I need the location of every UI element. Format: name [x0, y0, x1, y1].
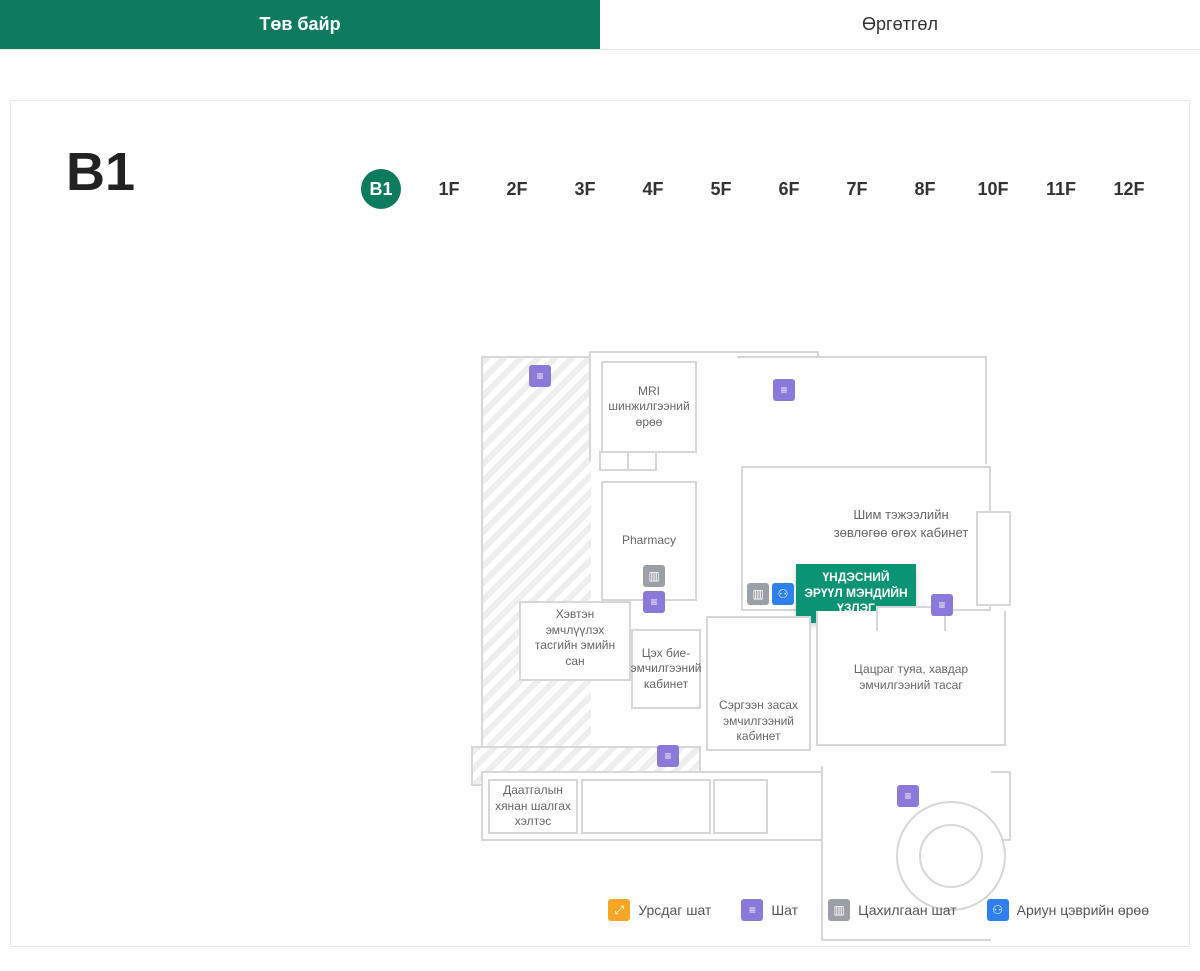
floor-btn-11F[interactable]: 11F — [1041, 169, 1081, 209]
stairs-icon: ≡ — [643, 591, 665, 613]
room-mri[interactable]: MRI шинжилгээний өрөө — [601, 361, 697, 453]
legend-stairs: ≡ Шат — [741, 899, 798, 921]
stairs-icon: ≡ — [529, 365, 551, 387]
floor-btn-1F[interactable]: 1F — [429, 169, 469, 209]
corridor-west — [481, 356, 591, 756]
floor-nav: B1 1F 2F 3F 4F 5F 6F 7F 8F 10F 11F 12F — [361, 169, 1149, 209]
legend-label: Цахилгаан шат — [858, 902, 957, 918]
floor-btn-6F[interactable]: 6F — [769, 169, 809, 209]
stairs-icon: ≡ — [657, 745, 679, 767]
legend-label: Ариун цэврийн өрөө — [1017, 902, 1149, 918]
legend-label: Шат — [771, 902, 798, 918]
floor-card: B1 B1 1F 2F 3F 4F 5F 6F 7F 8F 10F 11F 12… — [10, 100, 1190, 947]
tab-extension[interactable]: Өргөтгөл — [600, 0, 1200, 49]
room-lower-b — [713, 779, 768, 834]
stairs-icon: ≡ — [741, 899, 763, 921]
room-lower-a — [581, 779, 711, 834]
legend-restroom: ⚇ Ариун цэврийн өрөө — [987, 899, 1149, 921]
restroom-icon: ⚇ — [987, 899, 1009, 921]
floor-btn-2F[interactable]: 2F — [497, 169, 537, 209]
floor-btn-7F[interactable]: 7F — [837, 169, 877, 209]
stairs-icon: ≡ — [773, 379, 795, 401]
room-insurance[interactable]: Даатгалын хянан шалгах хэлтэс — [488, 779, 578, 834]
room-oncology[interactable]: Цацраг туяа, хавдар эмчилгээний тасаг — [816, 611, 1006, 746]
map-legend: ⤢ Урсдаг шат ≡ Шат ▥ Цахилгаан шат ⚇ Ари… — [608, 899, 1149, 921]
room-right-notch — [976, 511, 1011, 606]
floor-btn-10F[interactable]: 10F — [973, 169, 1013, 209]
room-inpatient-pharmacy[interactable]: Хэвтэн эмчлүүлэх тасгийн эмийн сан — [519, 601, 631, 681]
legend-escalator: ⤢ Урсдаг шат — [608, 899, 711, 921]
room-small-b — [627, 451, 657, 471]
floor-btn-B1[interactable]: B1 — [361, 169, 401, 209]
block-upper-right — [737, 356, 987, 464]
room-radiology[interactable]: Цэх бие-эмчилгээний кабинет — [631, 629, 701, 709]
floor-btn-12F[interactable]: 12F — [1109, 169, 1149, 209]
room-small-a — [599, 451, 629, 471]
current-floor-title: B1 — [66, 141, 135, 203]
stairs-icon: ≡ — [931, 594, 953, 616]
entrance-center — [919, 824, 983, 888]
legend-elevator: ▥ Цахилгаан шат — [828, 899, 957, 921]
floor-btn-3F[interactable]: 3F — [565, 169, 605, 209]
legend-label: Урсдаг шат — [638, 902, 711, 918]
stairs-icon: ≡ — [897, 785, 919, 807]
floor-btn-8F[interactable]: 8F — [905, 169, 945, 209]
restroom-icon: ⚇ — [772, 583, 794, 605]
floor-map: MRI шинжилгээний өрөө Pharmacy Шим тэжээ… — [481, 351, 1041, 971]
building-tabs: Төв байр Өргөтгөл — [0, 0, 1200, 50]
elevator-icon: ▥ — [828, 899, 850, 921]
room-rehab[interactable]: Сэргээн засах эмчилгээний кабинет — [706, 616, 811, 751]
tab-main-building[interactable]: Төв байр — [0, 0, 600, 49]
elevator-icon: ▥ — [643, 565, 665, 587]
floor-btn-4F[interactable]: 4F — [633, 169, 673, 209]
elevator-icon: ▥ — [747, 583, 769, 605]
floor-btn-5F[interactable]: 5F — [701, 169, 741, 209]
escalator-icon: ⤢ — [608, 899, 630, 921]
